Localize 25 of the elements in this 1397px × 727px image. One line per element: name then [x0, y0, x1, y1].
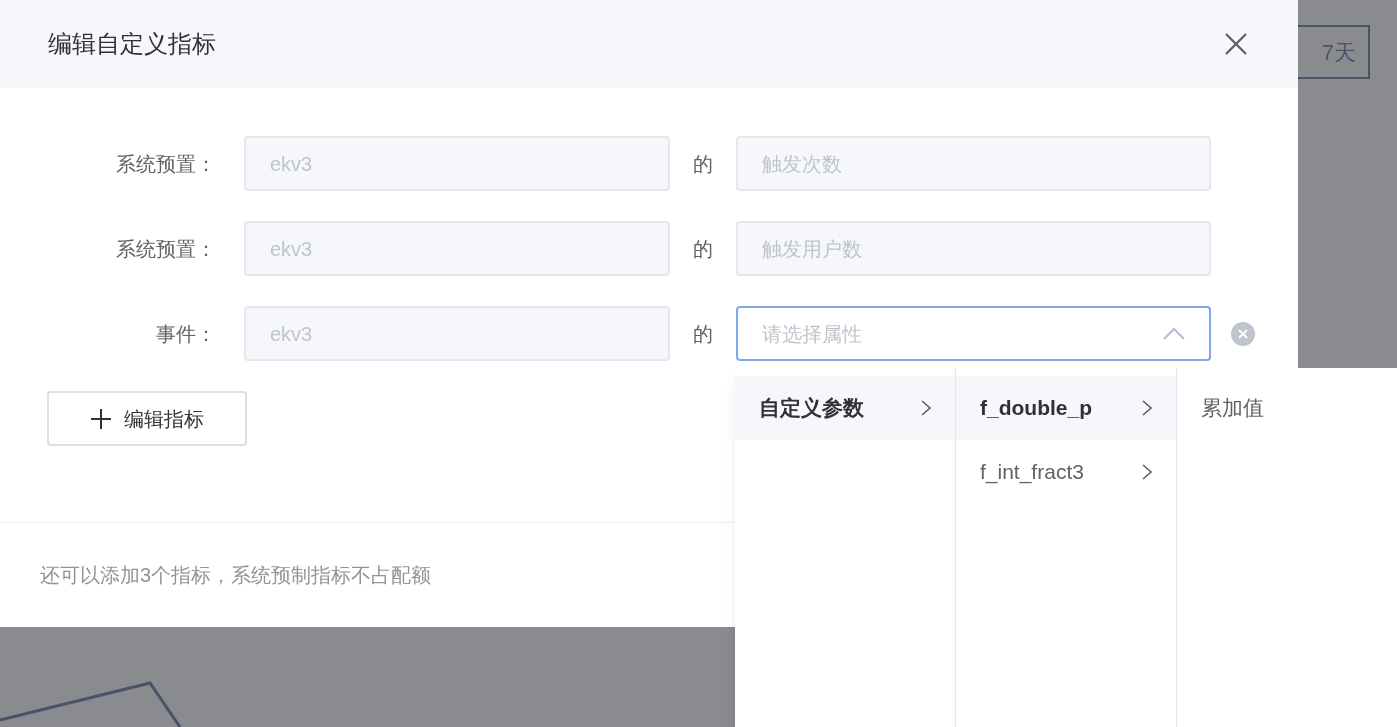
- close-icon: [1238, 328, 1248, 339]
- cascader-option[interactable]: 自定义参数: [735, 376, 955, 440]
- field-label: 系统预置：: [115, 236, 217, 262]
- chevron-right-icon: [1142, 464, 1152, 480]
- chevron-right-icon: [921, 400, 931, 416]
- dialog-title: 编辑自定义指标: [48, 29, 216, 59]
- chevron-up-icon: [1163, 327, 1185, 340]
- select-placeholder: 请选择属性: [762, 321, 862, 347]
- field-label: 系统预置：: [115, 151, 217, 177]
- add-metric-button[interactable]: 编辑指标: [47, 391, 247, 446]
- close-icon: [1225, 33, 1247, 55]
- cascader-option[interactable]: f_double_p: [956, 376, 1176, 440]
- joiner-text: 的: [692, 236, 714, 262]
- joiner-text: 的: [692, 151, 714, 177]
- option-label: f_int_fract3: [980, 459, 1084, 486]
- option-label: 累加值: [1201, 395, 1264, 422]
- option-label: f_double_p: [980, 395, 1092, 422]
- cascader-option[interactable]: f_int_fract3: [956, 440, 1176, 504]
- field-label: 事件：: [155, 321, 217, 347]
- plus-icon: [90, 407, 112, 430]
- cascader-option[interactable]: 累加值: [1177, 376, 1397, 440]
- quota-note: 还可以添加3个指标，系统预制指标不占配额: [40, 563, 432, 588]
- joiner-text: 的: [692, 321, 714, 347]
- chevron-right-icon: [1142, 400, 1152, 416]
- option-label: 自定义参数: [759, 395, 864, 422]
